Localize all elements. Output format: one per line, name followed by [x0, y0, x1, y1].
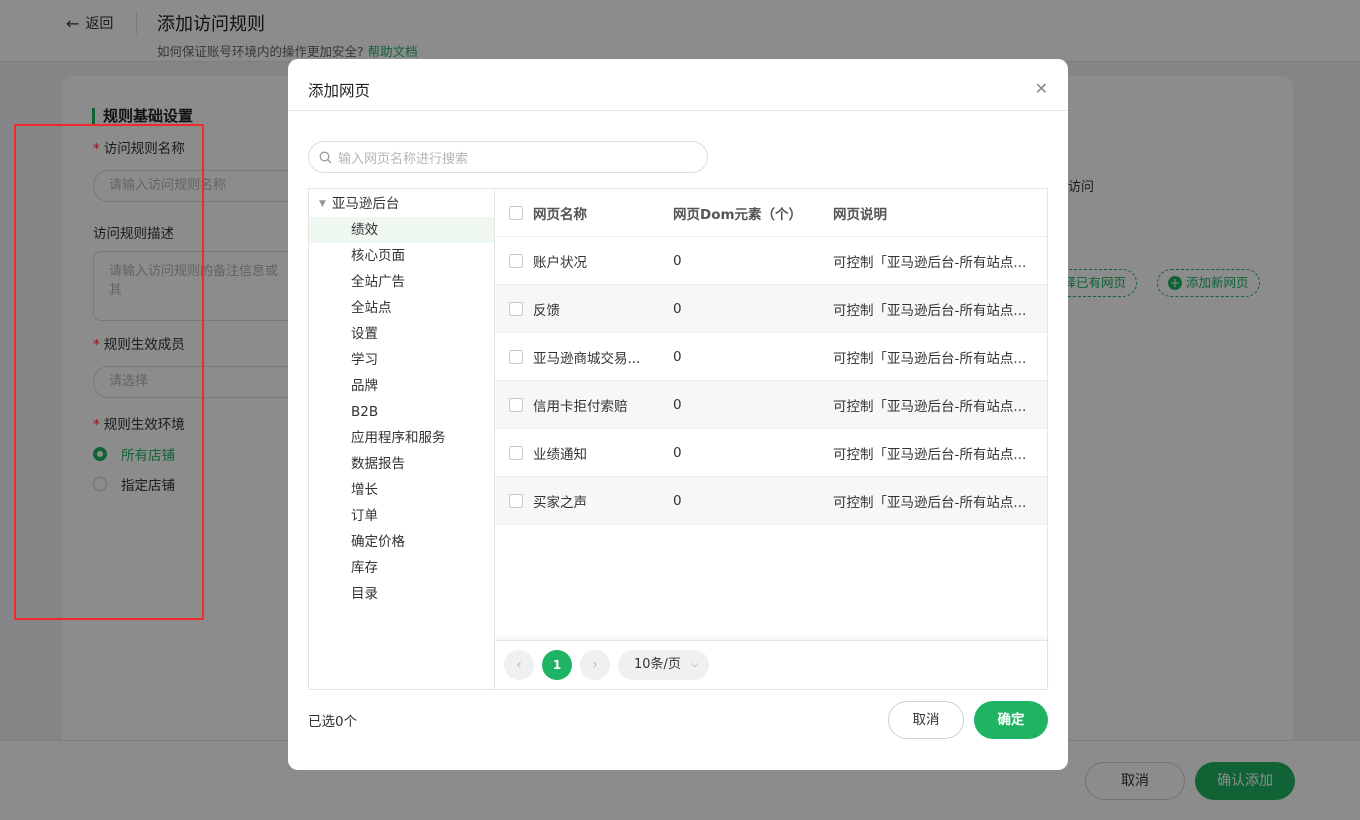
- tree-item[interactable]: 库存: [309, 555, 494, 581]
- select-all-checkbox[interactable]: [509, 205, 523, 220]
- page-search-input[interactable]: 输入网页名称进行搜索: [308, 141, 708, 173]
- cell-page-name: 业绩通知: [533, 446, 587, 463]
- chevron-down-icon: ⌵: [690, 658, 699, 670]
- cell-dom-count: 0: [673, 252, 682, 269]
- close-icon[interactable]: ✕: [1035, 79, 1048, 99]
- tree-item[interactable]: 目录: [309, 581, 494, 607]
- current-page[interactable]: 1: [542, 649, 572, 680]
- add-page-modal: 添加网页 ✕ 输入网页名称进行搜索 ▼ 亚马逊后台 绩效 核心页面 全站广告 全站点设…: [288, 59, 1068, 770]
- cell-dom-count: 0: [673, 396, 682, 413]
- next-page-button[interactable]: ›: [580, 649, 610, 680]
- category-tree: ▼ 亚马逊后台 绩效 核心页面 全站广告 全站点 设置 学习 品牌 B2B 应用程序和服务 数据报…: [309, 189, 495, 689]
- tree-item[interactable]: 核心页面: [309, 243, 494, 269]
- tree-item[interactable]: 品牌: [309, 373, 494, 399]
- selected-count: 已选0个: [308, 714, 358, 730]
- cell-dom-count: 0: [673, 492, 682, 509]
- tree-item[interactable]: 数据报告: [309, 451, 494, 477]
- page-size-select[interactable]: 10条/页 ⌵: [618, 649, 709, 680]
- cell-dom-count: 0: [673, 348, 682, 365]
- cell-description: 可控制「亚马逊后台-所有站点...: [833, 302, 1027, 319]
- table-row[interactable]: 业绩通知 0 可控制「亚马逊后台-所有站点...: [495, 429, 1047, 477]
- table-row[interactable]: 信用卡拒付索赔 0 可控制「亚马逊后台-所有站点...: [495, 381, 1047, 429]
- modal-header: 添加网页 ✕: [288, 59, 1068, 111]
- table-row[interactable]: 买家之声 0 可控制「亚马逊后台-所有站点...: [495, 477, 1047, 525]
- cell-page-name: 信用卡拒付索赔: [533, 398, 628, 415]
- row-checkbox[interactable]: [509, 445, 523, 460]
- cell-page-name: 账户状况: [533, 254, 587, 271]
- tree-item[interactable]: 学习: [309, 347, 494, 373]
- cell-description: 可控制「亚马逊后台-所有站点...: [833, 446, 1027, 463]
- table-row[interactable]: 亚马逊商城交易... 0 可控制「亚马逊后台-所有站点...: [495, 333, 1047, 381]
- cell-page-name: 买家之声: [533, 494, 587, 511]
- table-row[interactable]: 反馈 0 可控制「亚马逊后台-所有站点...: [495, 285, 1047, 333]
- cell-page-name: 反馈: [533, 302, 560, 319]
- table-header: 网页名称 网页Dom元素（个） 网页说明: [495, 189, 1047, 237]
- tree-item[interactable]: B2B: [309, 399, 494, 425]
- pagination: ‹ 1 › 10条/页 ⌵: [495, 640, 1047, 688]
- modal-cancel-button[interactable]: 取消: [888, 701, 964, 739]
- cell-description: 可控制「亚马逊后台-所有站点...: [833, 494, 1027, 511]
- col-description: 网页说明: [833, 206, 887, 223]
- modal-confirm-button[interactable]: 确定: [974, 701, 1048, 739]
- row-checkbox[interactable]: [509, 301, 523, 316]
- row-checkbox[interactable]: [509, 349, 523, 364]
- tree-item[interactable]: 设置: [309, 321, 494, 347]
- cell-description: 可控制「亚马逊后台-所有站点...: [833, 254, 1027, 271]
- caret-down-icon[interactable]: ▼: [319, 191, 326, 217]
- search-icon: [319, 151, 332, 163]
- tree-item[interactable]: 确定价格: [309, 529, 494, 555]
- row-checkbox[interactable]: [509, 493, 523, 508]
- search-placeholder: 输入网页名称进行搜索: [338, 151, 469, 167]
- tree-item[interactable]: 订单: [309, 503, 494, 529]
- prev-page-button[interactable]: ‹: [504, 649, 534, 680]
- row-checkbox[interactable]: [509, 253, 523, 268]
- tree-item[interactable]: 应用程序和服务: [309, 425, 494, 451]
- cell-description: 可控制「亚马逊后台-所有站点...: [833, 350, 1027, 367]
- cell-page-name: 亚马逊商城交易...: [533, 350, 641, 367]
- cell-dom-count: 0: [673, 444, 682, 461]
- row-checkbox[interactable]: [509, 397, 523, 412]
- tree-item[interactable]: 全站广告: [309, 269, 494, 295]
- table-row[interactable]: 账户状况 0 可控制「亚马逊后台-所有站点...: [495, 237, 1047, 285]
- page-table: 网页名称 网页Dom元素（个） 网页说明 账户状况 0 可控制「亚马逊后台-所有站点…: [495, 189, 1047, 525]
- cell-dom-count: 0: [673, 300, 682, 317]
- tree-item[interactable]: 增长: [309, 477, 494, 503]
- cell-description: 可控制「亚马逊后台-所有站点...: [833, 398, 1027, 415]
- tree-root[interactable]: ▼ 亚马逊后台: [309, 191, 494, 217]
- tree-item[interactable]: 全站点: [309, 295, 494, 321]
- modal-title: 添加网页: [308, 82, 371, 100]
- selection-panel: ▼ 亚马逊后台 绩效 核心页面 全站广告 全站点 设置 学习 品牌 B2B 应用程序和服务 数据报…: [308, 188, 1048, 690]
- col-dom-count: 网页Dom元素（个）: [673, 206, 803, 223]
- tree-item[interactable]: 绩效: [309, 217, 494, 243]
- col-page-name: 网页名称: [533, 206, 587, 223]
